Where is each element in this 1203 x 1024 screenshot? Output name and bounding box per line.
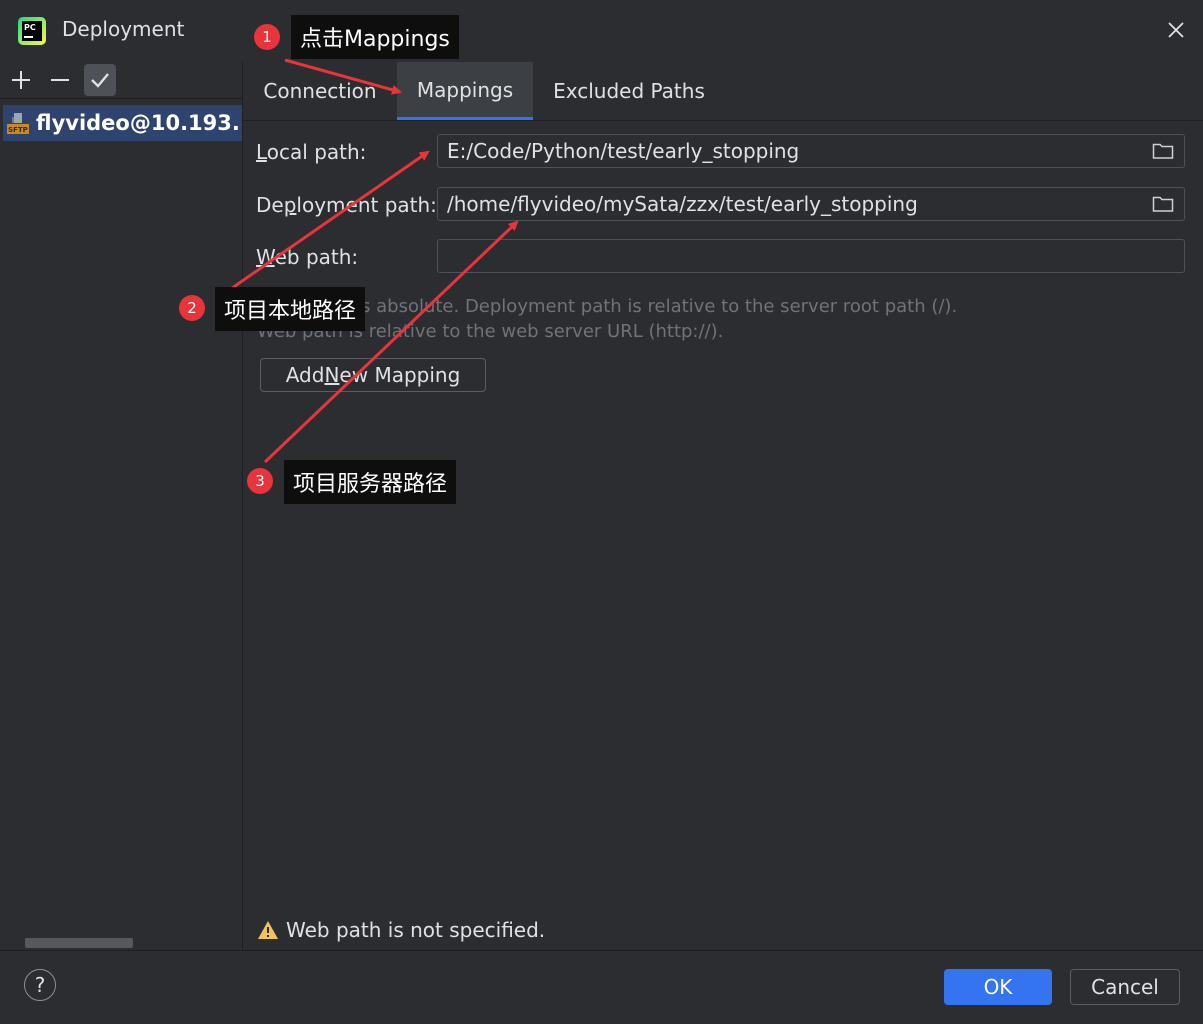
checkmark-icon <box>91 73 109 88</box>
tab-excluded-paths[interactable]: Excluded Paths <box>545 62 713 120</box>
warning-text: Web path is not specified. <box>286 918 546 942</box>
server-list-item[interactable]: SFTP flyvideo@10.193.19 <box>3 105 242 141</box>
tab-separator <box>243 120 1203 121</box>
server-list-panel <box>0 62 243 950</box>
ok-button[interactable]: OK <box>944 969 1052 1005</box>
tab-connection[interactable]: Connection <box>255 62 385 120</box>
remove-server-button[interactable] <box>44 64 76 96</box>
cancel-button[interactable]: Cancel <box>1070 969 1180 1005</box>
annotation-callout-3: 项目服务器路径 <box>284 460 457 504</box>
annotation-badge-1: 1 <box>254 24 280 50</box>
plus-icon <box>12 71 30 89</box>
add-new-mapping-button[interactable]: Add New Mapping <box>260 358 486 392</box>
deployment-path-label: Deployment path: <box>256 193 437 217</box>
tab-mappings-label: Mappings <box>416 77 514 102</box>
warning-icon <box>258 921 278 939</box>
minus-icon <box>51 79 69 81</box>
web-path-label: Web path: <box>256 245 359 269</box>
browse-folder-icon[interactable] <box>1152 195 1174 213</box>
local-path-field[interactable]: E:/Code/Python/test/early_stopping <box>437 134 1185 168</box>
local-path-value: E:/Code/Python/test/early_stopping <box>447 139 800 163</box>
browse-folder-icon[interactable] <box>1152 142 1174 160</box>
annotation-badge-2: 2 <box>179 295 205 321</box>
sftp-server-icon: SFTP <box>7 113 29 134</box>
svg-text:SFTP: SFTP <box>8 126 28 134</box>
server-name: flyvideo@10.193.19 <box>36 111 242 135</box>
window-title: Deployment <box>62 17 185 41</box>
close-button[interactable] <box>1160 14 1192 46</box>
annotation-callout-2: 项目本地路径 <box>215 287 366 331</box>
annotation-callout-1: 点击Mappings <box>291 15 459 59</box>
help-button[interactable]: ? <box>24 969 56 1001</box>
pycharm-logo-icon: PC <box>18 17 46 45</box>
question-mark-icon: ? <box>34 973 46 997</box>
arrow-2 <box>221 150 430 297</box>
tab-connection-label: Connection <box>263 79 377 103</box>
warning-message: Web path is not specified. <box>257 918 545 942</box>
svg-text:PC: PC <box>24 23 36 32</box>
tab-excluded-paths-label: Excluded Paths <box>553 79 705 103</box>
use-as-default-button[interactable] <box>84 64 116 96</box>
horizontal-scrollbar[interactable] <box>25 938 133 948</box>
tab-mappings[interactable]: Mappings <box>397 62 533 120</box>
deployment-path-field[interactable]: /home/flyvideo/mySata/zzx/test/early_sto… <box>437 187 1185 221</box>
web-path-field[interactable] <box>437 239 1185 273</box>
close-icon <box>1168 22 1184 38</box>
local-path-label: Local path: <box>256 140 367 164</box>
add-server-button[interactable] <box>5 64 37 96</box>
deployment-path-value: /home/flyvideo/mySata/zzx/test/early_sto… <box>447 192 918 216</box>
annotation-badge-3: 3 <box>247 468 273 494</box>
